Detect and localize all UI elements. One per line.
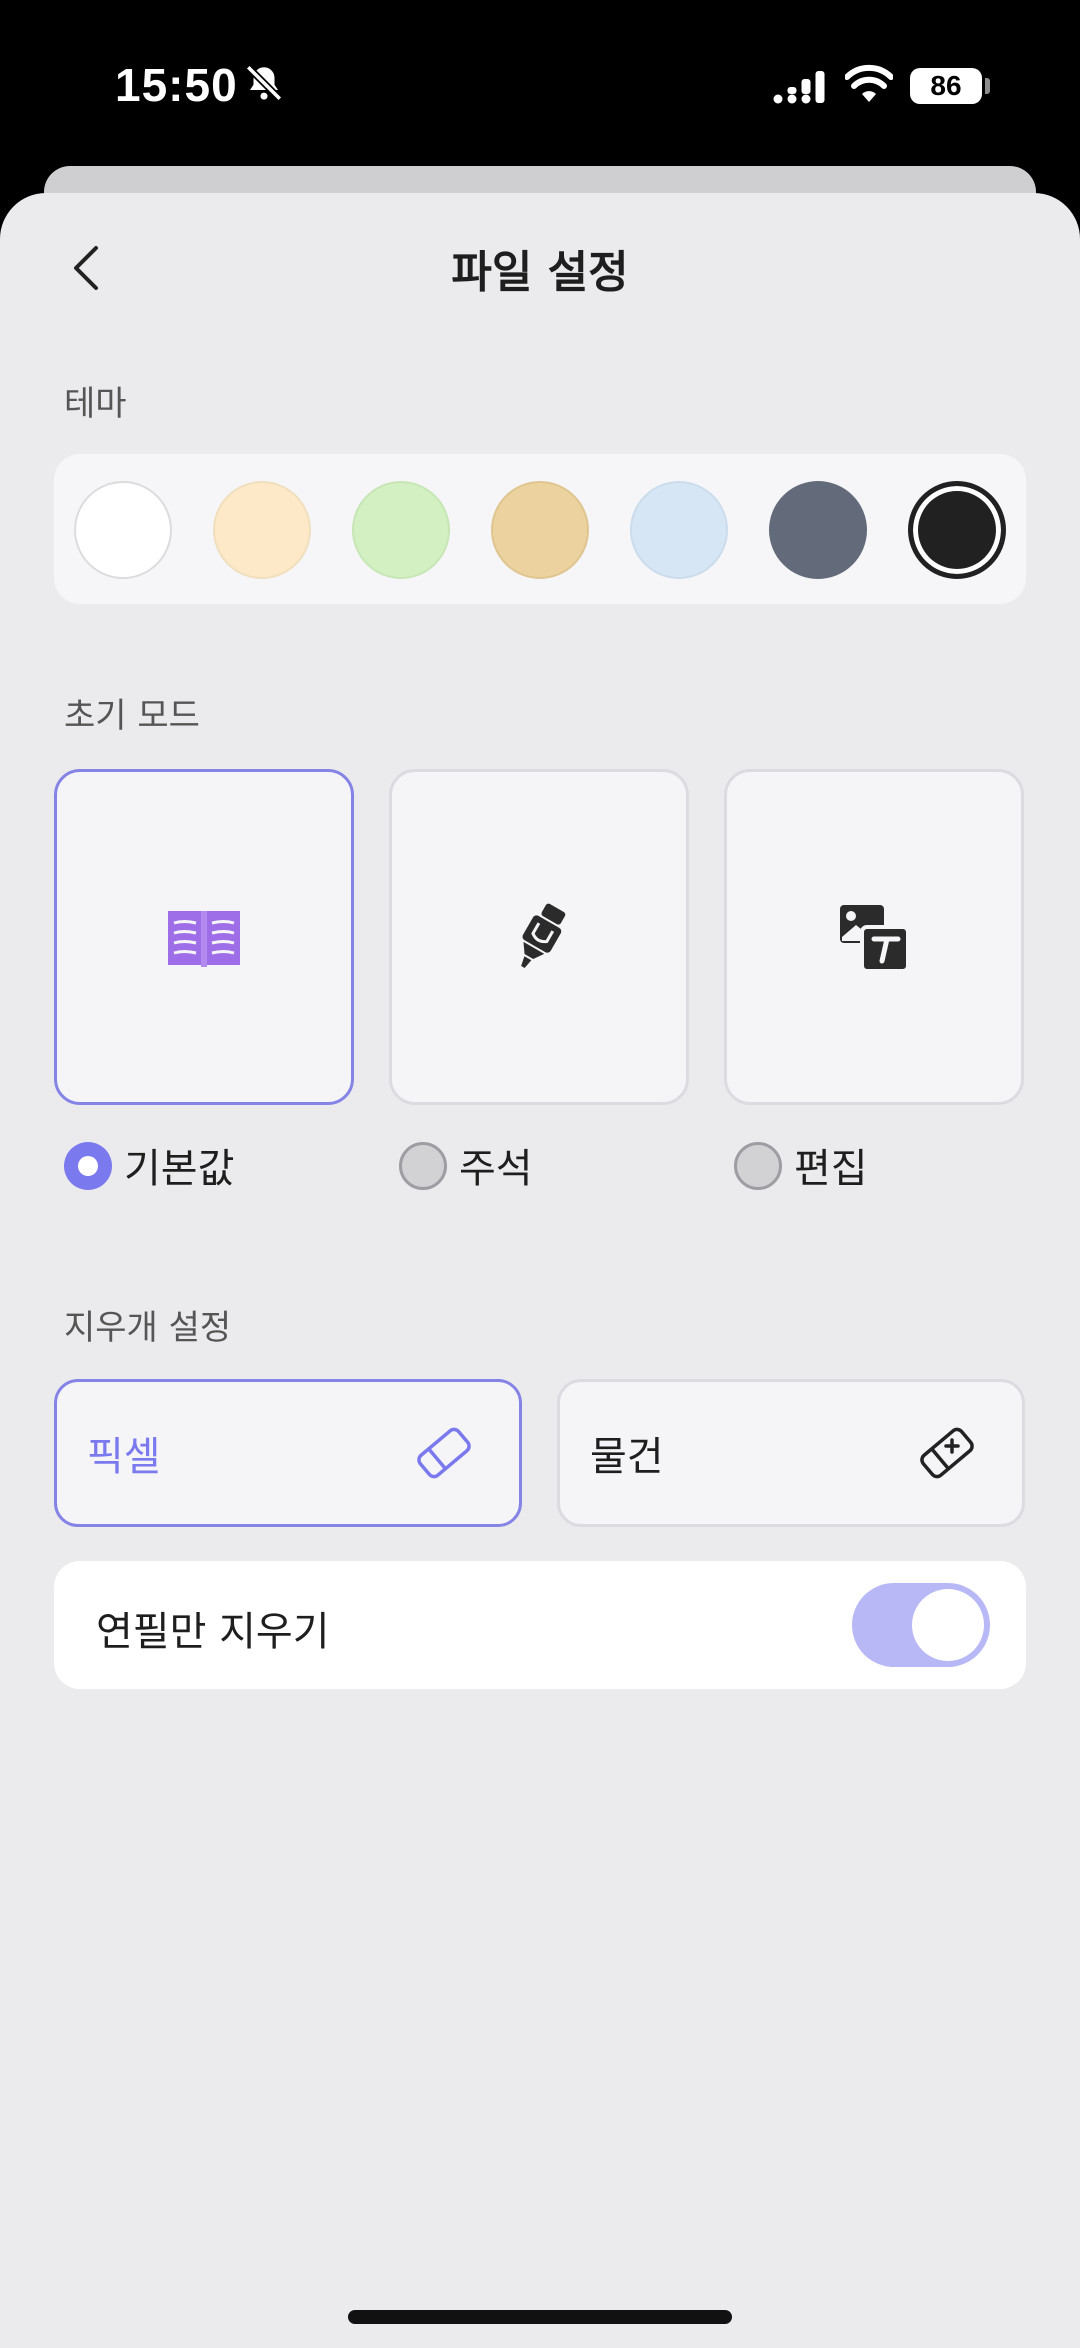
eraser-section-label: 지우개 설정 — [64, 1308, 232, 1348]
mode-card-default[interactable] — [54, 769, 354, 1105]
theme-swatch-green[interactable] — [352, 481, 450, 579]
eraser-option-object-label: 물건 — [590, 1434, 664, 1480]
mode-label-annotate: 주석 — [459, 1146, 533, 1192]
pencil-only-toggle[interactable] — [852, 1583, 990, 1667]
battery-indicator: 86 — [910, 68, 982, 104]
eraser-option-object[interactable]: 물건 — [557, 1379, 1025, 1527]
battery-tip — [985, 78, 990, 94]
bell-mute-icon — [245, 64, 283, 102]
theme-swatch-tan[interactable] — [491, 481, 589, 579]
eraser-option-pixel-label: 픽셀 — [87, 1434, 161, 1480]
object-eraser-icon — [920, 1427, 974, 1479]
image-text-icon — [840, 905, 910, 973]
mode-label-edit: 편집 — [794, 1146, 868, 1192]
theme-panel — [54, 454, 1026, 604]
eraser-option-pixel[interactable]: 픽셀 — [54, 1379, 522, 1527]
mode-radio-default[interactable] — [64, 1142, 112, 1190]
mode-radio-edit[interactable] — [734, 1142, 782, 1190]
mode-label-default: 기본값 — [124, 1146, 235, 1192]
theme-section-label: 테마 — [64, 384, 127, 424]
wifi-icon — [845, 64, 893, 102]
eraser-icon — [417, 1427, 471, 1479]
status-time: 15:50 — [115, 59, 238, 111]
pencil-only-label: 연필만 지우기 — [96, 1609, 330, 1655]
mode-card-annotate[interactable] — [389, 769, 689, 1105]
pencil-only-row: 연필만 지우기 — [54, 1561, 1026, 1689]
page-title: 파일 설정 — [451, 247, 629, 298]
initial-mode-section-label: 초기 모드 — [64, 696, 200, 736]
theme-swatch-black-selected[interactable] — [908, 481, 1006, 579]
theme-swatch-blue[interactable] — [630, 481, 728, 579]
cellular-signal-icon — [773, 71, 825, 104]
theme-swatch-white[interactable] — [74, 481, 172, 579]
home-indicator[interactable] — [348, 2310, 732, 2324]
status-bar: 15:50 86 — [0, 0, 1080, 170]
book-icon — [168, 911, 240, 967]
mode-radio-annotate[interactable] — [399, 1142, 447, 1190]
theme-swatch-slate[interactable] — [769, 481, 867, 579]
toggle-knob — [912, 1589, 984, 1661]
theme-swatch-cream[interactable] — [213, 481, 311, 579]
highlighter-icon — [521, 903, 566, 968]
mode-card-edit[interactable] — [724, 769, 1024, 1105]
